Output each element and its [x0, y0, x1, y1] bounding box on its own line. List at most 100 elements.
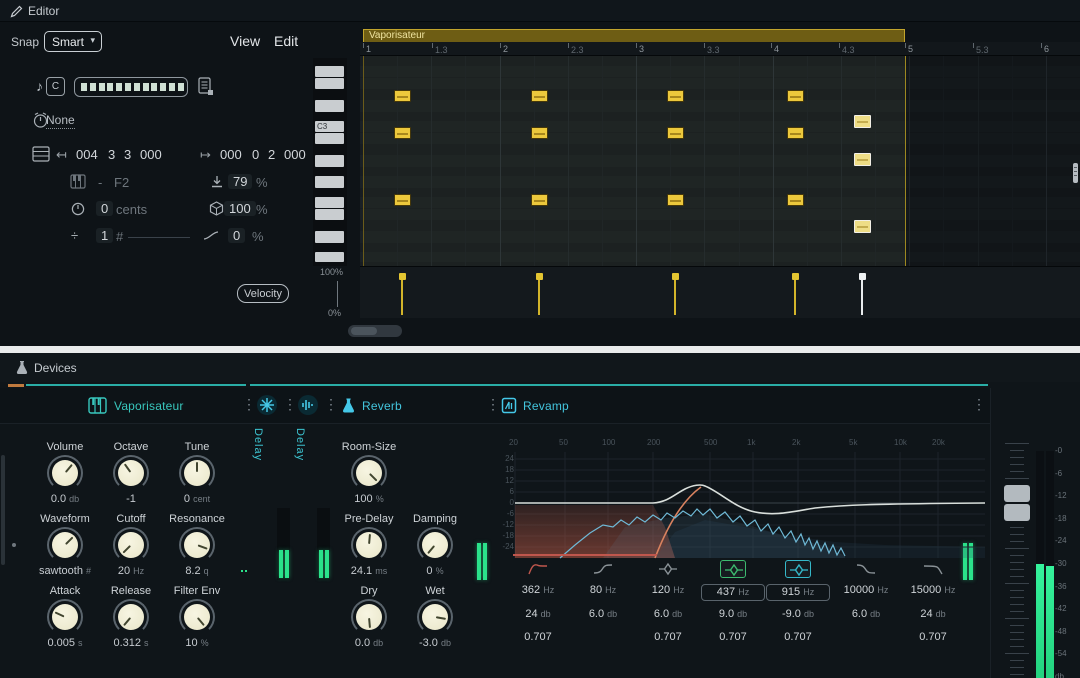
- vertical-scrollbar[interactable]: [1073, 163, 1078, 183]
- piano-key[interactable]: [315, 209, 344, 220]
- eq-band-lowpass-icon[interactable]: [920, 560, 946, 578]
- velocity-stem-cap[interactable]: [399, 273, 406, 280]
- collapsed-delay-device-1[interactable]: [257, 395, 277, 415]
- midi-note[interactable]: [667, 194, 684, 206]
- piano-roll-grid[interactable]: [360, 56, 1080, 266]
- pos-start-bars[interactable]: 004: [76, 147, 98, 162]
- eq-band-highpass-icon[interactable]: [525, 560, 551, 578]
- devices-scrollbar[interactable]: [1, 455, 5, 565]
- knob-volume[interactable]: [47, 455, 83, 491]
- piano-keyboard[interactable]: C3: [313, 58, 347, 266]
- pos-len-div[interactable]: 2: [268, 147, 275, 162]
- piano-key[interactable]: [315, 197, 344, 208]
- midi-note-selected[interactable]: [854, 220, 871, 233]
- piano-key[interactable]: [315, 155, 344, 167]
- chance-field[interactable]: 100: [224, 201, 256, 216]
- piano-key[interactable]: [315, 176, 344, 188]
- velocity-stem-cap[interactable]: [792, 273, 799, 280]
- eq-band-bell-icon[interactable]: [655, 560, 681, 578]
- snap-dropdown[interactable]: Smart▾: [44, 31, 102, 52]
- pos-start-beats[interactable]: 3: [108, 147, 115, 162]
- midi-note[interactable]: [531, 194, 548, 206]
- eq-band-gain[interactable]: 6.0 db: [636, 608, 700, 620]
- scale-segment[interactable]: [169, 83, 175, 91]
- knob-filter-env[interactable]: [179, 599, 215, 635]
- collapsed-delay-device-2[interactable]: [298, 395, 318, 415]
- eq-band-freq[interactable]: 80 Hz: [571, 584, 635, 596]
- knob-octave[interactable]: [113, 455, 149, 491]
- knob-cutoff[interactable]: [113, 527, 149, 563]
- knob-wet[interactable]: [417, 599, 453, 635]
- eq-band-gain[interactable]: 24 db: [901, 608, 965, 620]
- eq-band-freq[interactable]: 915 Hz: [766, 584, 830, 601]
- scale-segment[interactable]: [81, 83, 87, 91]
- knob-attack[interactable]: [47, 599, 83, 635]
- pos-start-div[interactable]: 3: [124, 147, 131, 162]
- scale-segment[interactable]: [134, 83, 140, 91]
- knob-tune[interactable]: [179, 455, 215, 491]
- knob-pre-delay[interactable]: [351, 527, 387, 563]
- velocity-lane[interactable]: [360, 266, 1080, 318]
- pos-len-ticks[interactable]: 000: [284, 147, 306, 162]
- timeline-ruler[interactable]: 11.322.333.344.355.36: [360, 42, 1080, 56]
- velocity-stem-selected[interactable]: [861, 275, 863, 315]
- scale-segment[interactable]: [99, 83, 105, 91]
- eq-band-q[interactable]: 0.707: [901, 631, 965, 643]
- scale-segment[interactable]: [107, 83, 113, 91]
- eq-band-freq[interactable]: 15000 Hz: [901, 584, 965, 596]
- scale-segment[interactable]: [90, 83, 96, 91]
- knob-damping[interactable]: [417, 527, 453, 563]
- scale-segments-display[interactable]: [74, 77, 188, 97]
- device-menu-dots-icon[interactable]: ⋮: [324, 396, 338, 413]
- eq-band-bell-icon[interactable]: [785, 560, 811, 578]
- velocity-stem[interactable]: [674, 275, 676, 315]
- velocity-stem-cap[interactable]: [672, 273, 679, 280]
- scale-root-button[interactable]: C: [46, 77, 65, 96]
- pos-len-bars[interactable]: 000: [220, 147, 242, 162]
- midi-note[interactable]: [531, 90, 548, 102]
- velocity-field[interactable]: 79: [228, 174, 252, 189]
- midi-note[interactable]: [787, 194, 804, 206]
- eq-band-freq[interactable]: 437 Hz: [701, 584, 765, 601]
- eq-band-freq[interactable]: 10000 Hz: [834, 584, 898, 596]
- menu-view[interactable]: View: [230, 33, 260, 49]
- scale-segment[interactable]: [178, 83, 184, 91]
- device-menu-dots-icon[interactable]: ⋮: [242, 396, 256, 413]
- delay-device-label[interactable]: Delay: [252, 428, 264, 461]
- midi-note[interactable]: [787, 90, 804, 102]
- midi-note[interactable]: [394, 194, 411, 206]
- knob-resonance[interactable]: [179, 527, 215, 563]
- knob-dry[interactable]: [351, 599, 387, 635]
- eq-band-gain[interactable]: 6.0 db: [834, 608, 898, 620]
- piano-key[interactable]: [315, 252, 344, 262]
- scale-segment[interactable]: [125, 83, 131, 91]
- velocity-stem-cap[interactable]: [859, 273, 866, 280]
- velocity-stem[interactable]: [401, 275, 403, 315]
- midi-note[interactable]: [667, 127, 684, 139]
- horizontal-scrollbar[interactable]: [348, 325, 402, 337]
- delay-device-label-2[interactable]: Delay: [294, 428, 306, 461]
- velocity-stem-cap[interactable]: [536, 273, 543, 280]
- slope-field[interactable]: 0: [228, 228, 245, 243]
- panel-divider[interactable]: [0, 346, 1080, 353]
- velocity-stem[interactable]: [538, 275, 540, 315]
- pitch-value[interactable]: F2: [114, 175, 129, 190]
- knob-release[interactable]: [113, 599, 149, 635]
- device-menu-dots-icon[interactable]: ⋮: [486, 396, 500, 413]
- eq-band-lowshelf-icon[interactable]: [590, 560, 616, 578]
- knob-room-size[interactable]: [351, 455, 387, 491]
- eq-band-gain[interactable]: 6.0 db: [571, 608, 635, 620]
- piano-key[interactable]: [315, 231, 344, 243]
- eq-band-gain[interactable]: 24 db: [506, 608, 570, 620]
- eq-band-q[interactable]: 0.707: [766, 631, 830, 643]
- device-tab-reverb[interactable]: Reverb: [362, 399, 402, 413]
- scrollbar-thumb[interactable]: [351, 327, 377, 335]
- device-menu-dots-icon[interactable]: ⋮: [283, 396, 297, 413]
- eq-band-gain[interactable]: -9.0 db: [766, 608, 830, 620]
- piano-key[interactable]: [315, 66, 344, 77]
- eq-band-gain[interactable]: 9.0 db: [701, 608, 765, 620]
- eq-band-freq[interactable]: 120 Hz: [636, 584, 700, 596]
- device-tab-revamp[interactable]: Revamp: [523, 399, 569, 413]
- midi-note-selected[interactable]: [854, 115, 871, 128]
- device-tab-vaporisateur[interactable]: Vaporisateur: [114, 399, 184, 413]
